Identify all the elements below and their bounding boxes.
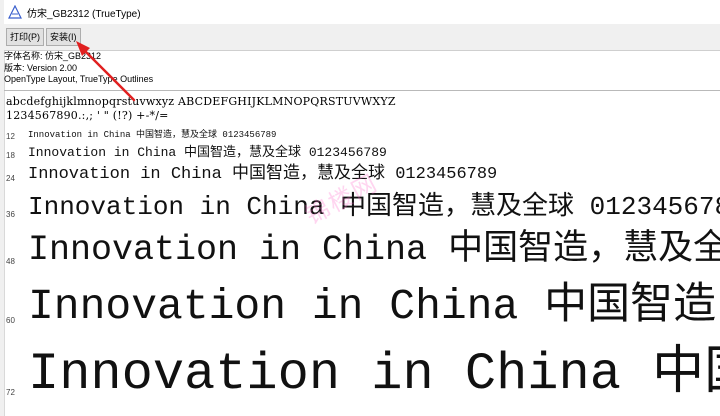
size-label: 72 — [6, 388, 15, 397]
sample-text: Innovation in China 中国智造，慧及全球 0123456789 — [28, 192, 720, 222]
sample-text: Innovation in China 中国智造，慧及全球 0123456789 — [28, 282, 720, 331]
sample-text: Innovation in China 中国智造，慧及全球 0123456789 — [28, 345, 720, 404]
size-label: 18 — [6, 151, 15, 160]
size-samples: 12 Innovation in China 中国智造，慧及全球 0123456… — [0, 0, 720, 416]
size-label: 12 — [6, 132, 15, 141]
size-label: 36 — [6, 210, 15, 219]
sample-text: Innovation in China 中国智造，慧及全球 0123456789 — [28, 165, 498, 184]
sample-text: Innovation in China 中国智造，慧及全球 0123456789 — [28, 145, 387, 160]
sample-text: Innovation in China 中国智造，慧及全球 0123456789 — [28, 130, 277, 140]
size-label: 48 — [6, 257, 15, 266]
size-label: 60 — [6, 316, 15, 325]
size-label: 24 — [6, 174, 15, 183]
sample-text: Innovation in China 中国智造，慧及全球 0123456789 — [28, 230, 720, 270]
